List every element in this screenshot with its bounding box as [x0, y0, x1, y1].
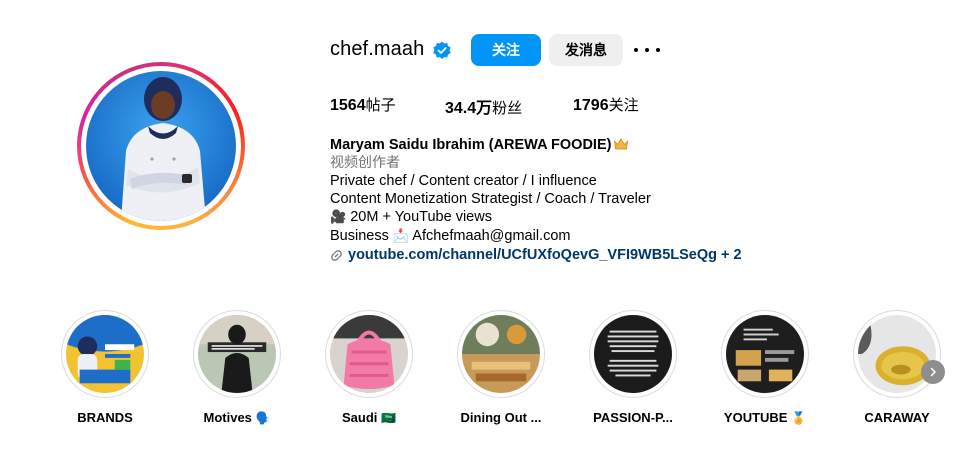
bio-link[interactable]: youtube.com/channel/UCfUXfoQevG_VFI9WB5L…	[330, 246, 742, 264]
highlight-ring	[61, 310, 149, 398]
highlight-label-text: Dining Out ...	[460, 410, 542, 425]
highlight-label: CARAWAY	[833, 410, 961, 425]
highlight-label-text: PASSION-P...	[593, 410, 673, 425]
highlight-passion[interactable]: PASSION-P...	[589, 310, 679, 425]
following-label: 关注	[608, 96, 639, 114]
link-icon	[331, 249, 342, 261]
bio-email: Afchefmaah@gmail.com	[412, 228, 571, 244]
highlight-ring	[193, 310, 281, 398]
highlight-cover	[66, 315, 144, 393]
highlight-cover-art	[462, 315, 540, 393]
highlight-cover-art	[330, 315, 408, 393]
follow-button[interactable]: 关注	[471, 34, 541, 66]
highlight-label: Motives 🗣️	[173, 410, 301, 425]
highlight-ring	[589, 310, 677, 398]
highlight-motives[interactable]: Motives 🗣️	[193, 310, 283, 425]
chevron-right-icon	[930, 367, 936, 377]
avatar-illustration	[121, 77, 206, 221]
profile-bio: Maryam Saidu Ibrahim (AREWA FOODIE) 视频创作…	[330, 136, 742, 264]
avatar-inner-ring	[81, 66, 241, 226]
highlight-ring	[721, 310, 809, 398]
highlight-cover-art	[198, 315, 276, 393]
stat-following[interactable]: 1796 关注	[573, 94, 639, 115]
avatar-photo	[86, 71, 236, 221]
highlight-cover-art	[726, 315, 804, 393]
highlight-label-text: Motives	[203, 410, 252, 425]
bio-line-3-text: 20M + YouTube views	[350, 209, 492, 225]
highlight-cover-art	[66, 315, 144, 393]
highlight-label-text: YOUTUBE	[723, 410, 788, 425]
highlight-cover	[726, 315, 804, 393]
followers-count: 34.4万	[445, 100, 493, 117]
more-dot	[645, 48, 649, 52]
bio-line-3: 🎥 20M + YouTube views	[330, 208, 742, 227]
stat-posts: 1564 帖子	[330, 94, 396, 115]
followers-label: 粉丝	[492, 99, 523, 117]
more-dot	[656, 48, 660, 52]
highlight-ring	[325, 310, 413, 398]
bio-line-1: Private chef / Content creator / I influ…	[330, 173, 597, 189]
highlight-label: Saudi 🇸🇦	[305, 410, 433, 425]
highlight-label: YOUTUBE 🏅	[701, 410, 829, 425]
highlight-ring	[853, 310, 941, 398]
highlight-label: PASSION-P...	[569, 410, 697, 425]
highlight-cover	[858, 315, 936, 393]
highlight-cover	[198, 315, 276, 393]
highlight-label-text: CARAWAY	[864, 410, 930, 425]
more-options-icon[interactable]	[634, 40, 660, 60]
more-dot	[634, 48, 638, 52]
highlight-brands[interactable]: BRANDS	[61, 310, 151, 425]
highlight-cover	[330, 315, 408, 393]
highlight-cover	[594, 315, 672, 393]
highlight-saudi[interactable]: Saudi 🇸🇦	[325, 310, 415, 425]
crown-icon	[614, 138, 629, 150]
bio-category: 视频创作者	[330, 155, 400, 171]
highlight-cover	[462, 315, 540, 393]
highlight-caraway[interactable]: CARAWAY	[853, 310, 943, 425]
highlight-dining-out[interactable]: Dining Out ...	[457, 310, 547, 425]
highlight-ring	[457, 310, 545, 398]
highlight-label-text: BRANDS	[77, 410, 133, 425]
following-count: 1796	[573, 97, 609, 114]
profile-avatar[interactable]	[77, 62, 245, 230]
posts-label: 帖子	[365, 96, 396, 114]
bio-business-label: Business	[330, 228, 389, 244]
highlight-label: BRANDS	[41, 410, 169, 425]
verified-badge-icon	[433, 41, 451, 59]
video-camera-icon: 🎥	[330, 210, 347, 225]
highlights-next-button[interactable]	[921, 360, 945, 384]
highlight-cover-art	[858, 315, 936, 393]
bio-line-4: Business 📩 Afchefmaah@gmail.com	[330, 227, 742, 246]
message-button[interactable]: 发消息	[549, 34, 623, 66]
bio-link-text: youtube.com/channel/UCfUXfoQevG_VFI9WB5L…	[348, 247, 742, 263]
bio-name-line: Maryam Saidu Ibrahim (AREWA FOODIE)	[330, 136, 742, 154]
profile-username: chef.maah	[330, 38, 425, 60]
bio-name: Maryam Saidu Ibrahim (AREWA FOODIE)	[330, 137, 612, 153]
highlight-label: Dining Out ...	[437, 410, 565, 425]
highlight-cover-art	[594, 315, 672, 393]
envelope-icon: 📩	[392, 229, 410, 244]
speaking-head-icon: 🗣️	[255, 411, 271, 425]
posts-count: 1564	[330, 97, 366, 114]
highlight-label-text: Saudi	[342, 410, 378, 425]
highlight-youtube[interactable]: YOUTUBE 🏅	[721, 310, 811, 425]
saudi-flag-icon: 🇸🇦	[381, 411, 396, 425]
medal-icon: 🏅	[791, 411, 807, 425]
stat-followers[interactable]: 34.4万 粉丝	[445, 94, 522, 118]
bio-line-2: Content Monetization Strategist / Coach …	[330, 191, 651, 207]
